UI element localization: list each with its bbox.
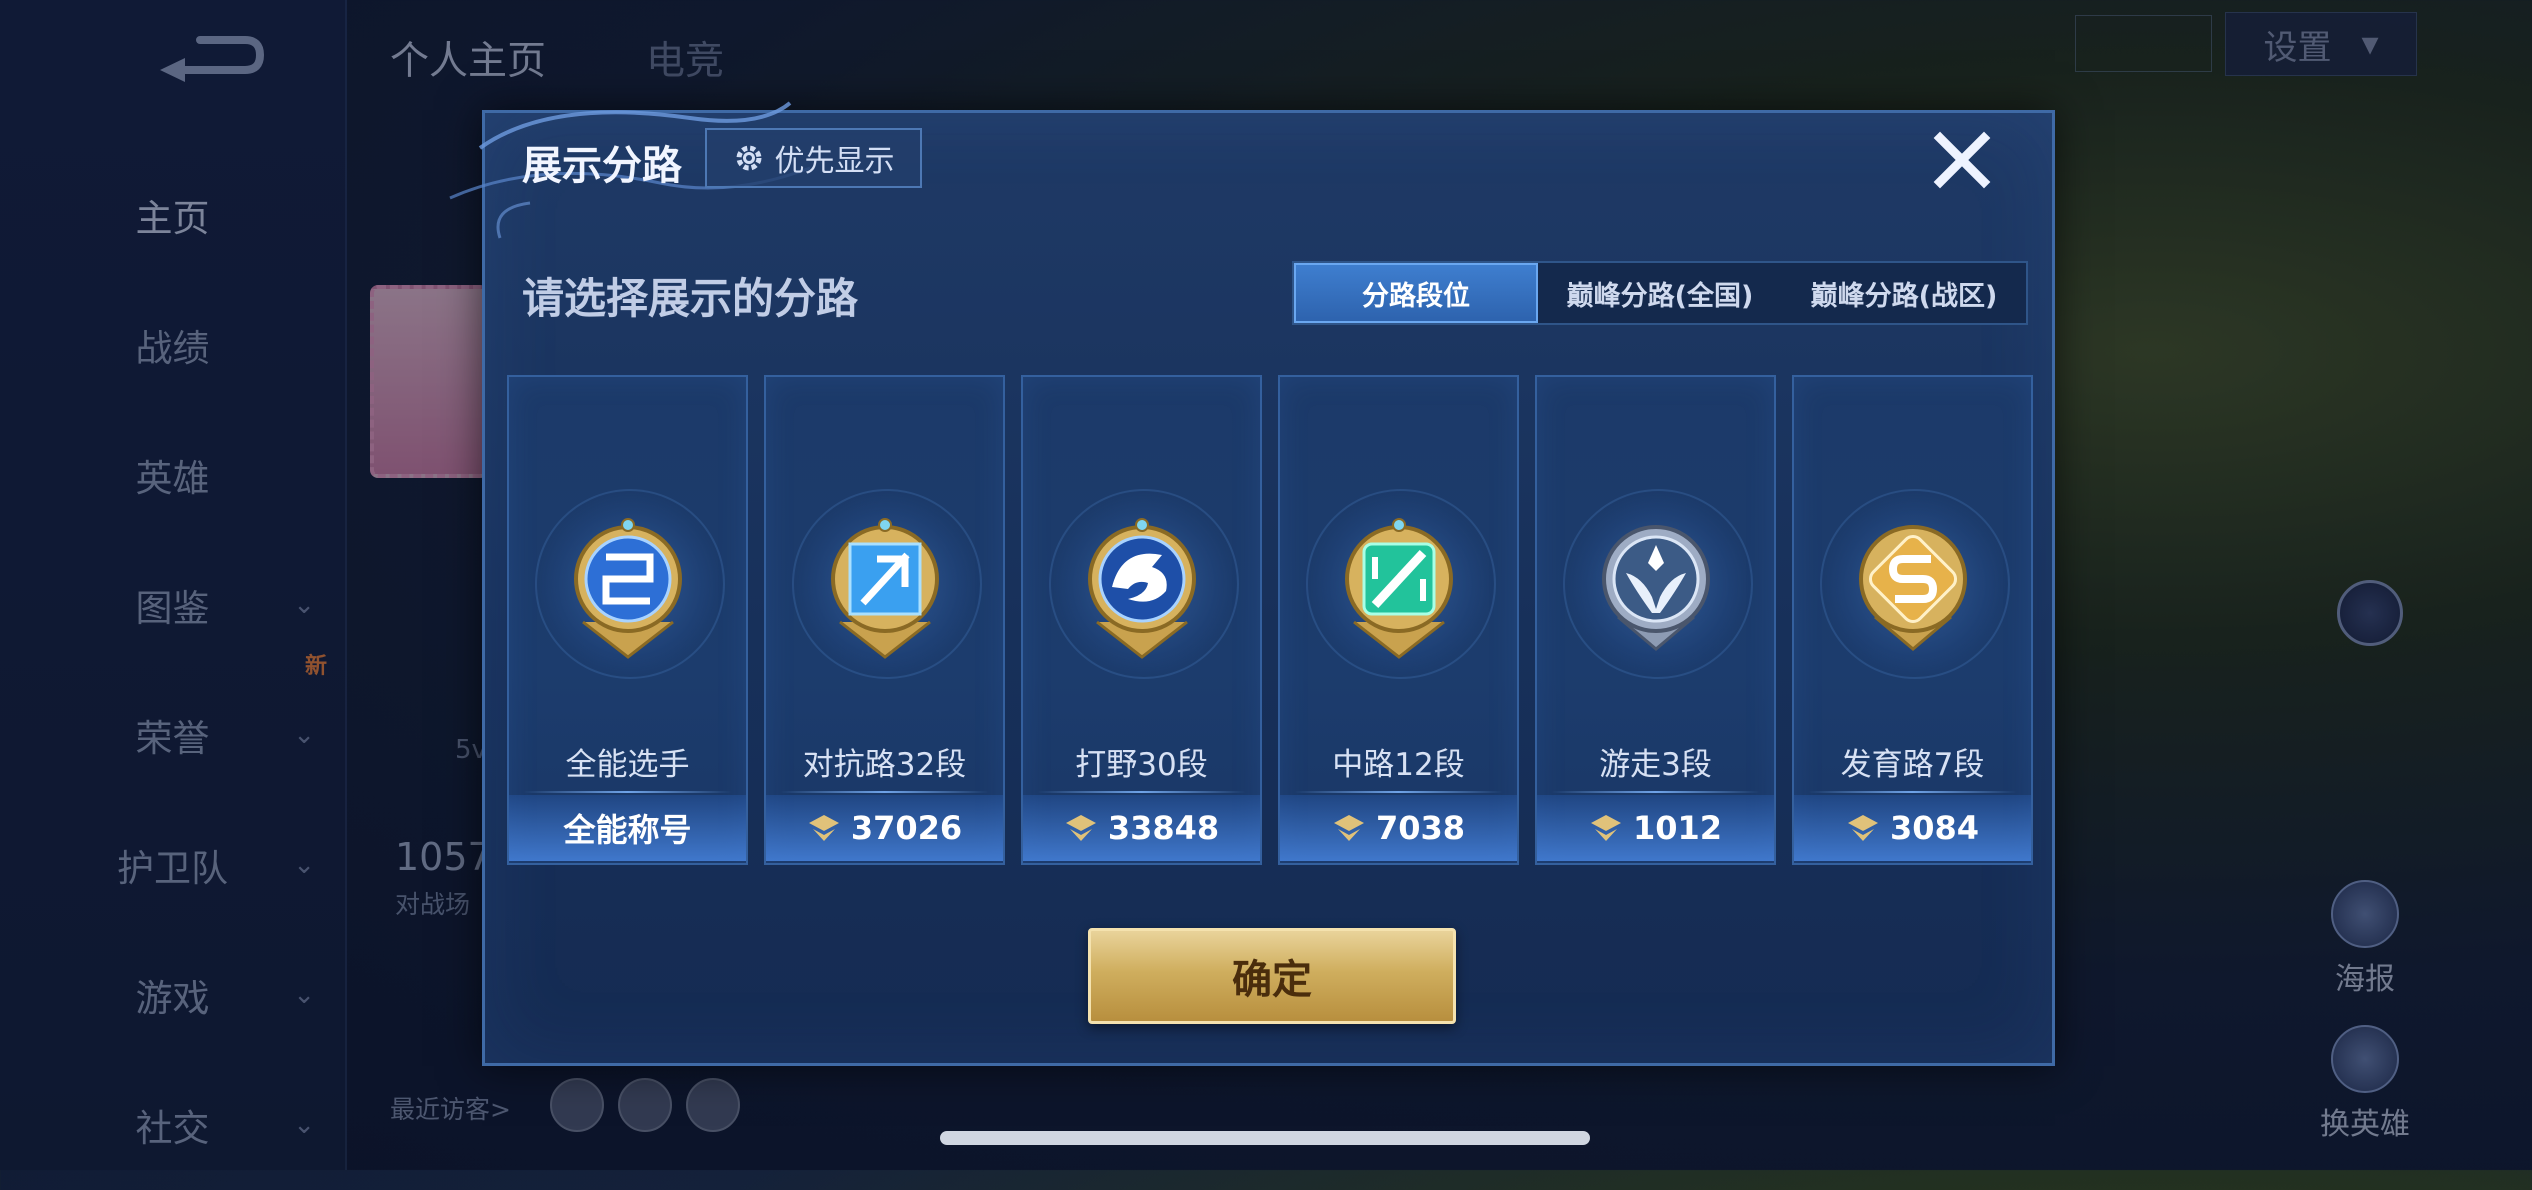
allround-emblem-icon — [574, 518, 682, 659]
lane-card-clash-lane[interactable]: 对抗路32段 37026 — [764, 375, 1005, 865]
lane-card-label: 全能选手 — [565, 747, 690, 783]
dialog-title: 展示分路 — [522, 143, 682, 189]
divider — [1294, 791, 1503, 793]
lane-card-footer: 3084 — [1794, 795, 2031, 861]
tab-peak-region[interactable]: 巅峰分路(战区) — [1782, 263, 2026, 323]
lane-card-label: 游走3段 — [1599, 747, 1712, 783]
peak-points-icon — [1065, 815, 1096, 841]
divider — [1551, 791, 1760, 793]
lane-card-jungle[interactable]: 打野30段 33848 — [1021, 375, 1262, 865]
tab-peak-national[interactable]: 巅峰分路(全国) — [1538, 263, 1782, 323]
jungle-emblem-icon — [1088, 518, 1196, 659]
peak-points-icon — [1333, 815, 1364, 841]
lane-card-roam[interactable]: 游走3段 1012 — [1535, 375, 1776, 865]
lane-card-mid-lane[interactable]: 中路12段 7038 — [1278, 375, 1519, 865]
peak-points-icon — [1590, 815, 1621, 841]
lane-card-allround[interactable]: 全能选手 全能称号 — [507, 375, 748, 865]
tab-lane-rank[interactable]: 分路段位 — [1294, 263, 1538, 323]
lane-card-footer: 1012 — [1537, 795, 1774, 861]
lane-display-dialog: 展示分路 优先显示 请选择展示的分路 分路段位 巅峰分路(全国) 巅峰分路(战区… — [449, 101, 2055, 1066]
lane-card-label: 发育路7段 — [1840, 747, 1985, 783]
lane-cards: 全能选手 全能称号 对抗路32段 37026 打野30段 33848 中路12段… — [507, 375, 2033, 865]
peak-points-icon — [1847, 815, 1878, 841]
peak-points-icon — [808, 815, 839, 841]
farm-lane-emblem-icon — [1859, 525, 1967, 651]
close-button[interactable] — [1927, 125, 1997, 195]
select-prompt: 请选择展示的分路 — [522, 274, 859, 323]
mid-lane-emblem-icon — [1345, 518, 1453, 659]
lane-card-label: 打野30段 — [1075, 747, 1208, 783]
lane-card-farm-lane[interactable]: 发育路7段 3084 — [1792, 375, 2033, 865]
priority-display-button[interactable]: 优先显示 — [705, 128, 922, 188]
clash-lane-emblem-icon — [831, 518, 939, 659]
lane-card-footer: 37026 — [766, 795, 1003, 861]
home-indicator[interactable] — [940, 1131, 1590, 1145]
lane-card-footer: 33848 — [1023, 795, 1260, 861]
lane-type-tabs: 分路段位 巅峰分路(全国) 巅峰分路(战区) — [1292, 261, 2028, 325]
close-icon — [1933, 131, 1991, 189]
divider — [523, 791, 732, 793]
roam-emblem-icon — [1602, 525, 1710, 651]
divider — [780, 791, 989, 793]
lane-card-footer: 全能称号 — [509, 795, 746, 861]
lane-card-footer: 7038 — [1280, 795, 1517, 861]
gear-icon — [736, 145, 761, 171]
divider — [1037, 791, 1246, 793]
lane-card-label: 对抗路32段 — [802, 747, 967, 783]
divider — [1808, 791, 2017, 793]
lane-card-label: 中路12段 — [1332, 747, 1465, 783]
confirm-button[interactable]: 确定 — [1088, 928, 1456, 1024]
